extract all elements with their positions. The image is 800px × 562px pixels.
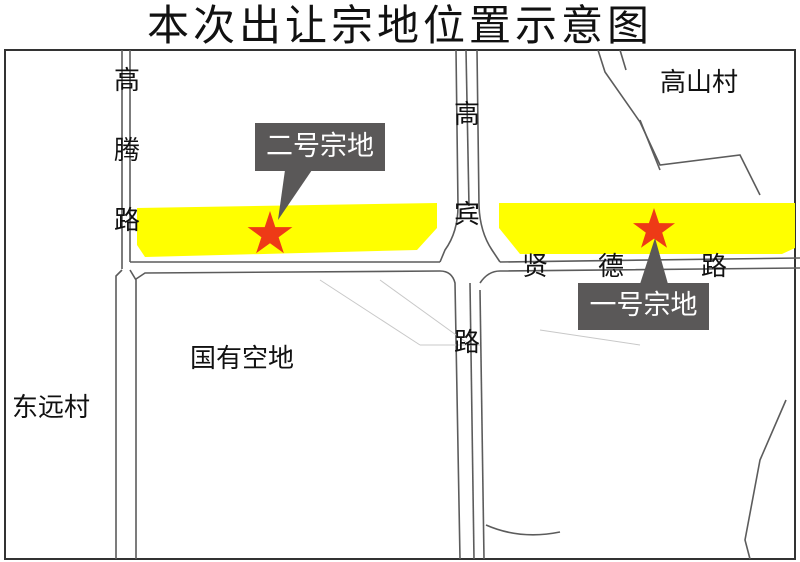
village-label-dongyuan: 东远村 (12, 393, 91, 423)
road-char: 高 (113, 66, 140, 96)
road-char: 高 (453, 100, 480, 130)
parcel-1-label: 一号宗地 (589, 290, 698, 321)
area-label-vacant-land: 国有空地 (190, 344, 295, 374)
road-label-gaoteng: 高 腾 路 (112, 66, 142, 236)
road-char: 路 (113, 206, 140, 236)
road-char: 宾 (453, 200, 480, 230)
road-label-xiande-2: 德 (598, 252, 625, 282)
road-label-xiande-3: 路 (701, 252, 728, 282)
road-char: 腾 (113, 136, 140, 166)
road-char: 路 (453, 328, 480, 358)
road-label-gaobin: 高 宾 路 (452, 100, 482, 358)
village-label-gaoshan: 高山村 (660, 68, 739, 98)
road-label-xiande-1: 贤 (522, 252, 549, 282)
parcel-2-label: 二号宗地 (266, 131, 374, 162)
